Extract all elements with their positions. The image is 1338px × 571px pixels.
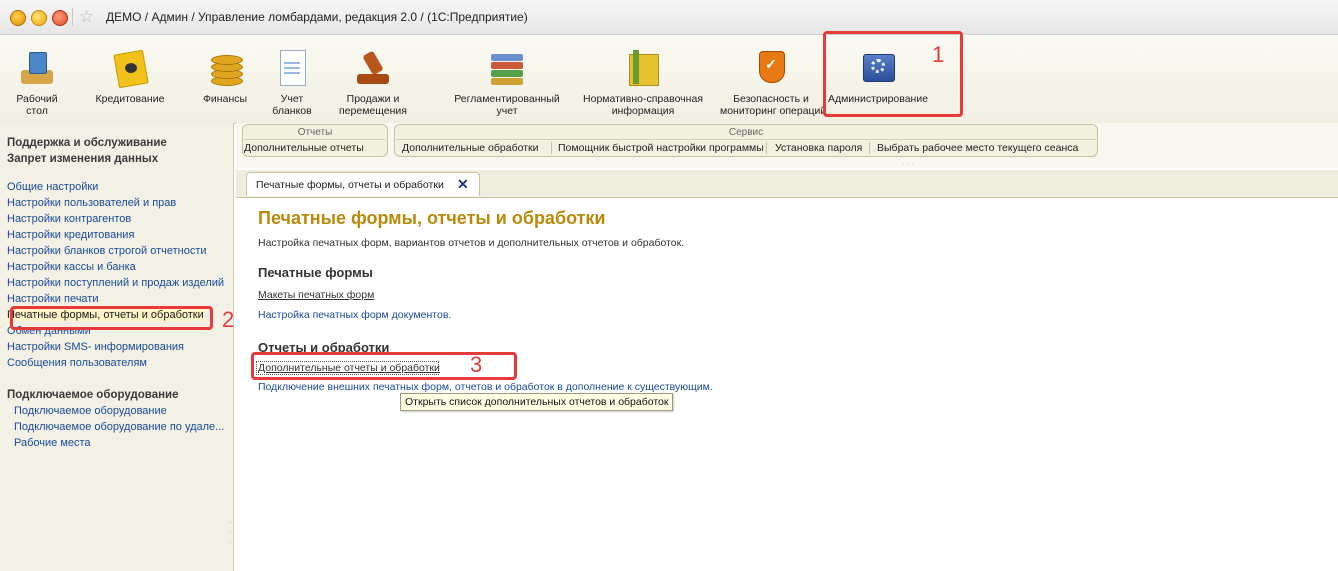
sidebar-item-receipts-sales[interactable]: Настройки поступлений и продаж изделий <box>7 277 224 289</box>
sidebar-item-equipment[interactable]: Подключаемое оборудование <box>14 405 167 417</box>
favorites-star-icon[interactable]: ☆ <box>79 7 94 27</box>
sidebar-item-print[interactable]: Настройки печати <box>7 293 99 305</box>
books-icon <box>487 48 527 88</box>
sidebar-item-counterparties[interactable]: Настройки контрагентов <box>7 213 131 225</box>
sidebar-item-user-messages[interactable]: Сообщения пользователям <box>7 357 147 369</box>
callout-number-2: 2 <box>222 307 235 332</box>
sections-toolbar: Рабочий стол Кредитование Финансы Учет б… <box>0 35 1338 124</box>
close-icon[interactable] <box>52 10 68 26</box>
window-title-bar: ☆ ДЕМО / Админ / Управление ломбардами, … <box>0 0 1338 35</box>
section-security[interactable]: ✓ Безопасность и мониторинг операций <box>720 35 826 117</box>
title-separator <box>72 8 73 26</box>
window-title: ДЕМО / Админ / Управление ломбардами, ре… <box>106 10 528 24</box>
close-tab-icon[interactable]: ✕ <box>457 176 469 193</box>
tab-label: Печатные формы, отчеты и обработки <box>256 179 444 191</box>
additional-reports-note: Подключение внешних печатных форм, отчет… <box>258 381 713 393</box>
section-blanks[interactable]: Учет бланков <box>265 35 319 117</box>
service-set-password-link[interactable]: Установка пароля <box>775 142 862 154</box>
page-title: Печатные формы, отчеты и обработки <box>258 208 606 228</box>
panel-group-title: Сервис <box>728 127 764 138</box>
sidebar-item-workplaces[interactable]: Рабочие места <box>14 437 91 449</box>
callout-number-3: 3 <box>470 352 483 377</box>
sidebar-heading-data-lock[interactable]: Запрет изменения данных <box>7 153 158 165</box>
tab-strip: Печатные формы, отчеты и обработки ✕ <box>236 170 1338 198</box>
sidebar-item-remote-equipment[interactable]: Подключаемое оборудование по удале... <box>14 421 224 433</box>
page-description: Настройка печатных форм, вариантов отчет… <box>258 237 685 249</box>
sidebar-item-general[interactable]: Общие настройки <box>7 181 98 193</box>
sidebar-item-credit[interactable]: Настройки кредитования <box>7 229 134 241</box>
main-content: Печатные формы, отчеты и обработки Настр… <box>236 198 1338 571</box>
sidebar-item-cash-bank[interactable]: Настройки кассы и банка <box>7 261 136 273</box>
section-finance[interactable]: Финансы <box>196 35 254 105</box>
service-select-workplace-link[interactable]: Выбрать рабочее место текущего сеанса <box>877 142 1078 154</box>
sidebar-item-sms[interactable]: Настройки SMS- информирования <box>7 341 184 353</box>
credit-icon <box>110 48 150 89</box>
panel-group-title: Отчеты <box>297 127 333 138</box>
service-quick-setup-link[interactable]: Помощник быстрой настройки программы <box>558 142 764 154</box>
command-panel: Отчеты Дополнительные отчеты Сервис Допо… <box>236 123 1338 169</box>
sidebar: Поддержка и обслуживание Запрет изменени… <box>0 123 234 571</box>
main-menu-icon[interactable] <box>31 10 47 26</box>
print-layouts-note: Настройка печатных форм документов. <box>258 309 452 321</box>
print-layouts-link[interactable]: Макеты печатных форм <box>258 289 374 301</box>
blank-form-icon <box>272 48 312 88</box>
sidebar-heading-equipment[interactable]: Подключаемое оборудование <box>7 389 179 401</box>
section-sales[interactable]: Продажи и перемещения <box>336 35 410 117</box>
sidebar-item-blanks[interactable]: Настройки бланков строгой отчетности <box>7 245 207 257</box>
service-additional-processing-link[interactable]: Дополнительные обработки <box>402 142 538 154</box>
sidebar-resize-grip[interactable]: · · · <box>229 518 232 548</box>
sidebar-item-users[interactable]: Настройки пользователей и прав <box>7 197 176 209</box>
section-reference-info[interactable]: Нормативно-справочная информация <box>572 35 714 117</box>
callout-box-2 <box>10 306 213 330</box>
section-heading-print-forms: Печатные формы <box>258 265 373 280</box>
reports-additional-link[interactable]: Дополнительные отчеты <box>244 142 364 154</box>
app-logo-icon[interactable] <box>10 10 26 26</box>
coins-icon <box>205 48 245 88</box>
callout-number-1: 1 <box>932 42 945 67</box>
desktop-icon <box>17 48 57 88</box>
section-credit[interactable]: Кредитование <box>90 35 170 105</box>
tab-print-forms[interactable]: Печатные формы, отчеты и обработки ✕ <box>246 172 480 196</box>
section-desktop[interactable]: Рабочий стол <box>12 35 62 117</box>
panel-resize-grip[interactable]: ··· <box>902 160 916 169</box>
gavel-icon <box>353 48 393 88</box>
sidebar-heading-support[interactable]: Поддержка и обслуживание <box>7 137 167 149</box>
shield-icon: ✓ <box>751 48 791 88</box>
section-reg-accounting[interactable]: Регламентированный учет <box>448 35 566 117</box>
tooltip: Открыть список дополнительных отчетов и … <box>400 393 674 411</box>
reference-books-icon <box>623 48 663 88</box>
